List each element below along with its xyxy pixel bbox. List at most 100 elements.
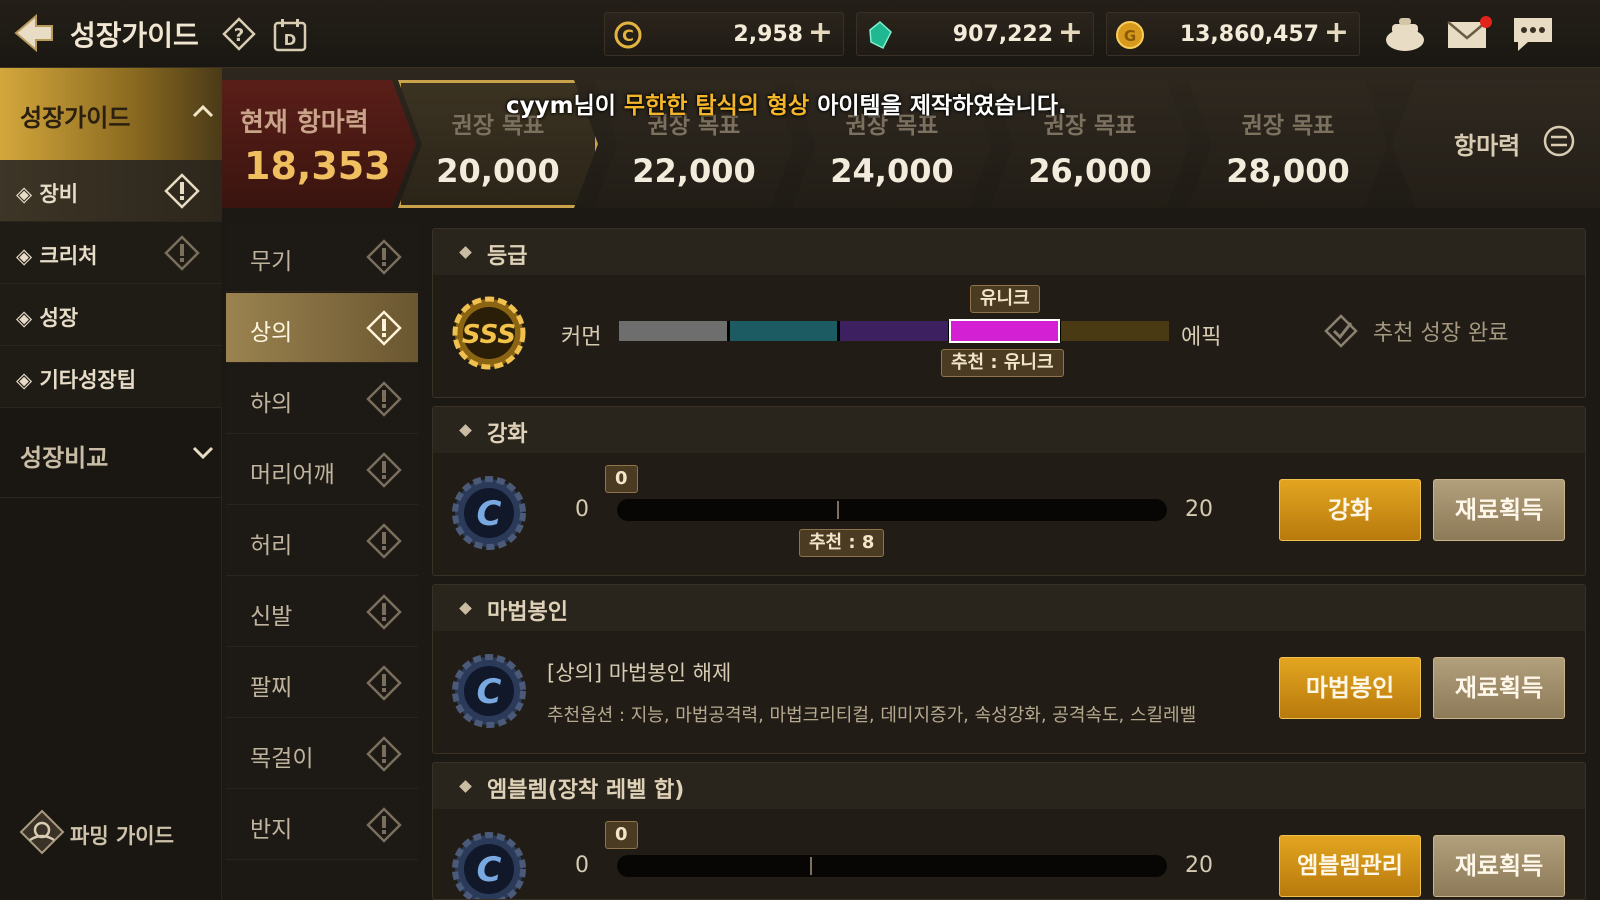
nav-growth-compare[interactable]: 성장비교 [0,406,222,498]
svg-text:?: ? [234,25,244,46]
svg-text:SSS: SSS [462,320,516,350]
svg-text:C: C [477,672,502,712]
emblem-min: 0 [575,853,589,878]
seal-recommended-options: 추천옵션 : 지능, 마법공격력, 마법크리티컬, 데미지증가, 속성강화, 공… [547,705,1197,726]
slot-belt[interactable]: 허리 [226,506,418,576]
slot-bottom[interactable]: 하의 [226,364,418,434]
inventory-pot-icon[interactable] [1382,14,1428,54]
nav-item-creature[interactable]: ◈ 크리처 [0,222,222,284]
emblem-panel-header: 엠블렘(장착 레벨 합) [433,763,1585,809]
power-info-button[interactable]: 항마력 [1392,80,1600,208]
seal-line-1: [상의] 마법봉인 해제 [547,661,732,685]
svg-text:G: G [1124,27,1136,45]
add-gem-button[interactable]: + [1058,18,1083,48]
grade-bar [619,319,1169,343]
grade-segment [948,319,1061,343]
gold-coin-icon: G [1116,21,1144,49]
slot-shoulder[interactable]: 머리어깨 [226,435,418,505]
recommended-grade-tag: 추천 : 유니크 [941,349,1064,377]
alert-icon [366,452,402,488]
slot-ring[interactable]: 반지 [226,790,418,860]
emblem-recommended-marker [809,857,812,875]
enhance-panel: 강화 C 0 0 추천 : 8 20 강화 재료획득 [432,406,1586,576]
enhance-button[interactable]: 강화 [1279,479,1421,541]
growth-complete-status: 추천 성장 완료 [1373,321,1509,346]
slot-label: 팔찌 [250,675,293,701]
enhance-current-tag: 0 [605,465,638,493]
current-grade-tag: 유니크 [970,285,1040,313]
bullet-icon [459,246,472,259]
page-title: 성장가이드 [70,19,199,52]
grade-segment [729,321,838,341]
emblem-manage-button[interactable]: 엠블렘관리 [1279,835,1421,897]
notice-prefix: cyym님이 [506,93,624,119]
grade-segment [1061,321,1169,341]
goal-label: 권장 목표 [1241,113,1335,139]
left-navigation: 성장가이드 ◈ 장비 ◈ 크리처 ◈ 성장 ◈ 기타성장팁 성장비교 파밍 가이… [0,68,222,900]
grade-panel-header: 등급 [433,229,1585,275]
get-materials-button[interactable]: 재료획득 [1433,835,1565,897]
alert-icon [164,173,200,209]
nav-item-other-tips[interactable]: ◈ 기타성장팁 [0,346,222,408]
slot-necklace[interactable]: 목걸이 [226,719,418,789]
goal-box-5: 권장 목표 28,000 [1188,80,1388,208]
slot-weapon[interactable]: 무기 [226,222,418,292]
add-gold-button[interactable]: + [1324,18,1349,48]
chat-icon[interactable] [1510,14,1556,54]
seal-panel-header: 마법봉인 [433,585,1585,631]
enhance-recommended-tag: 추천 : 8 [799,529,885,557]
farming-guide-button[interactable]: 파밍 가이드 [18,808,218,858]
alert-icon [164,235,200,271]
slot-label: 머리어깨 [250,462,335,488]
slot-bracelet[interactable]: 팔찌 [226,648,418,718]
goal-value: 26,000 [1028,152,1152,190]
nav-item-equipment[interactable]: ◈ 장비 [0,160,222,222]
equipment-slot-list: 무기 상의 하의 머리어깨 허리 신발 팔찌 목걸이 반지 [222,220,418,900]
back-arrow-icon[interactable] [12,10,56,56]
calendar-icon[interactable]: D [272,17,308,53]
enhance-recommended-marker [837,501,839,519]
seal-title: 마법봉인 [487,600,568,625]
alert-icon [366,381,402,417]
grade-title: 등급 [487,244,528,269]
mail-notification-dot [1480,16,1492,28]
gem-icon [869,21,892,50]
help-icon[interactable]: ? [222,17,256,51]
slot-label: 상의 [250,320,293,346]
nav-item-growth[interactable]: ◈ 성장 [0,284,222,346]
c-gear-icon: C [452,654,526,728]
add-c-coin-button[interactable]: + [808,18,833,48]
goal-value: 28,000 [1226,152,1350,190]
swap-icon [1543,125,1575,157]
check-badge-icon [1324,314,1358,348]
bullet-icon [459,424,472,437]
grade-segment [840,321,948,341]
slot-label: 무기 [250,249,293,275]
current-power-value: 18,353 [244,144,391,188]
nav-item-label: ◈ 기타성장팁 [16,368,137,392]
get-materials-button[interactable]: 재료획득 [1433,479,1565,541]
nav-section-label: 성장비교 [20,444,109,472]
get-materials-button[interactable]: 재료획득 [1433,657,1565,719]
enhance-panel-header: 강화 [433,407,1585,453]
slot-top[interactable]: 상의 [226,293,418,363]
mail-icon[interactable] [1446,14,1492,54]
top-bar: 성장가이드 ? D C 2,958 + 907,222 + G 13,860,4… [0,0,1600,68]
enhance-min: 0 [575,497,589,522]
slot-label: 반지 [250,817,293,843]
c-coin-icon: C [614,21,642,49]
alert-icon [366,310,402,346]
alert-icon [366,239,402,275]
slot-shoes[interactable]: 신발 [226,577,418,647]
svg-text:C: C [477,494,502,534]
emblem-track [617,855,1167,877]
nav-growth-guide-header[interactable]: 성장가이드 [0,68,222,160]
c-gear-icon: C [452,476,526,550]
slot-label: 하의 [250,391,293,417]
emblem-panel: 엠블렘(장착 레벨 합) C 0 0 20 엠블렘관리 재료획득 [432,762,1586,900]
magic-seal-button[interactable]: 마법봉인 [1279,657,1421,719]
slot-label: 허리 [250,533,293,559]
notice-suffix: 아이템을 제작하였습니다. [809,93,1067,119]
svg-text:D: D [284,31,296,49]
svg-text:C: C [622,26,634,45]
